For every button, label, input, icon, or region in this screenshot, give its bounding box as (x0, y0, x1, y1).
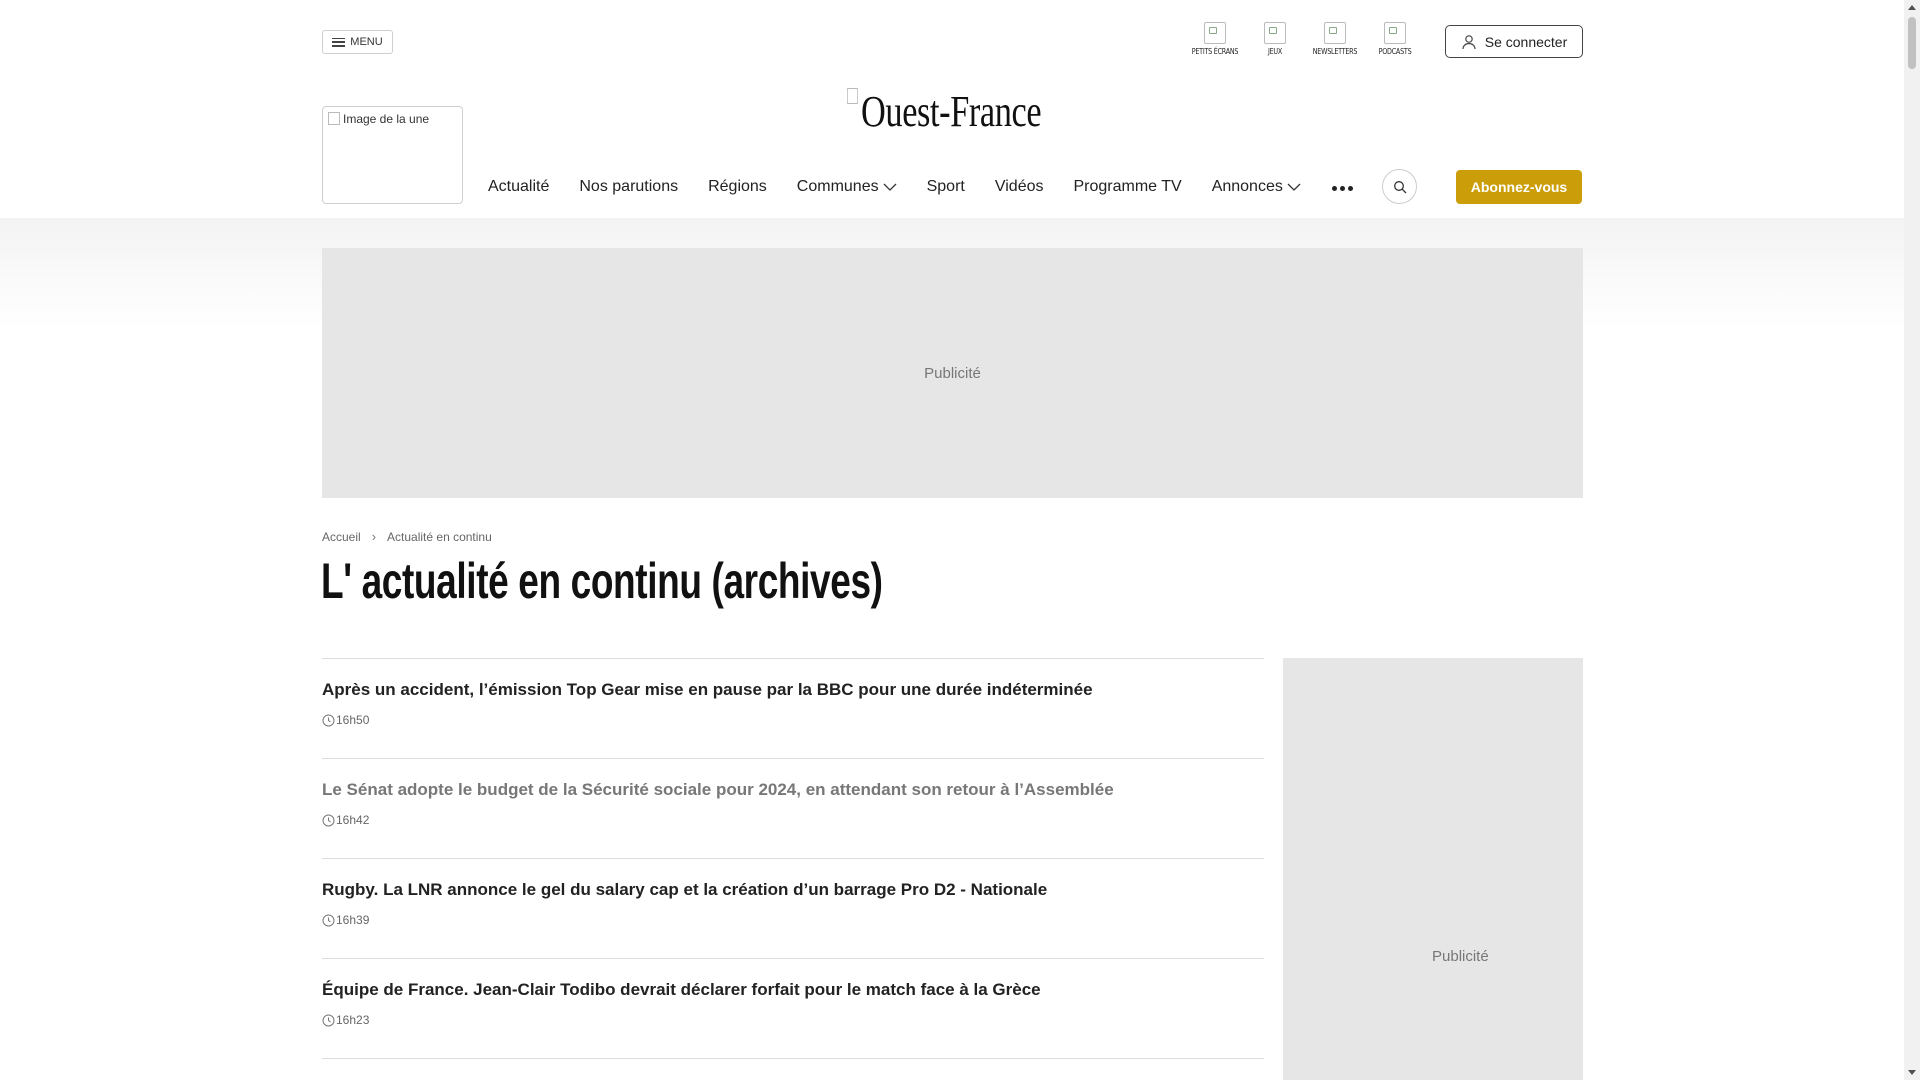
scroll-thumb[interactable] (1908, 17, 1916, 69)
quick-link-podcasts[interactable]: PODCASTS (1365, 22, 1425, 56)
nav-label: Nos parutions (579, 178, 679, 195)
breadcrumb: Accueil › Actualité en continu (322, 529, 492, 544)
quick-link-label: NEWSLETTERS (1312, 47, 1358, 56)
article-item[interactable]: Rugby. La LNR annonce le gel du salary c… (322, 858, 1264, 958)
clock-icon (322, 914, 335, 926)
article-time: 16h50 (322, 713, 1264, 727)
front-page-image-alt: Image de la une (343, 112, 430, 126)
page: MENU PETITS ÉCRANS JEUX NEWSLETTERS PODC… (0, 0, 1904, 1080)
chevron-down-icon (1287, 183, 1301, 191)
nav-nos-parutions[interactable]: Nos parutions (579, 178, 678, 196)
article-time: 16h42 (322, 813, 1264, 827)
nav-label: Vidéos (994, 178, 1044, 195)
site-logo[interactable]: Ouest-France (847, 86, 1042, 137)
user-icon (1462, 34, 1476, 49)
search-button[interactable] (1382, 169, 1417, 204)
article-time: 16h23 (322, 1013, 1264, 1027)
article-item[interactable]: Le Sénat adopte le budget de la Sécurité… (322, 758, 1264, 858)
quick-link-jeux[interactable]: JEUX (1245, 22, 1305, 56)
nav-label: Actualité (488, 178, 550, 195)
nav-programme-tv[interactable]: Programme TV (1074, 178, 1182, 196)
broken-image-icon (328, 112, 340, 125)
nav-label: Annonces (1211, 178, 1283, 195)
article-item[interactable]: Équipe de France. Jean-Clair Todibo devr… (322, 958, 1264, 1058)
search-icon (1393, 180, 1406, 193)
front-page-image[interactable]: Image de la une (322, 106, 463, 204)
article-time-label: 16h23 (336, 1013, 370, 1027)
logo-text: Ouest-France (861, 87, 1042, 136)
login-label: Se connecter (1484, 33, 1568, 50)
quick-link-petits-ecrans[interactable]: PETITS ÉCRANS (1185, 22, 1245, 56)
quick-link-label: PETITS ÉCRANS (1191, 47, 1239, 56)
newsletter-icon (1324, 22, 1346, 44)
page-scrollbar[interactable] (1904, 0, 1920, 1080)
article-time-label: 16h42 (336, 813, 370, 827)
tv-icon (1204, 22, 1226, 44)
games-icon (1264, 22, 1286, 44)
nav-annonces[interactable]: Annonces (1212, 178, 1301, 196)
breadcrumb-home[interactable]: Accueil (322, 530, 361, 544)
quick-link-newsletters[interactable]: NEWSLETTERS (1305, 22, 1365, 56)
nav-regions[interactable]: Régions (708, 178, 767, 196)
quick-link-label: JEUX (1267, 47, 1283, 56)
nav-label: Sport (926, 178, 965, 195)
article-time: 16h39 (322, 913, 1264, 927)
nav-videos[interactable]: Vidéos (995, 178, 1044, 196)
more-icon[interactable] (1332, 178, 1353, 191)
ad-banner-top: Publicité (322, 248, 1583, 498)
nav-communes[interactable]: Communes (797, 178, 897, 196)
article-title[interactable]: Équipe de France. Jean-Clair Todibo devr… (322, 980, 1264, 1000)
nav-label: Communes (796, 178, 879, 195)
nav-label: Programme TV (1073, 178, 1182, 195)
breadcrumb-current: Actualité en continu (387, 529, 492, 544)
scroll-up-icon[interactable] (1908, 5, 1916, 10)
clock-icon (322, 1014, 335, 1026)
page-title: L' actualité en continu (archives) (321, 553, 883, 609)
podcast-icon (1384, 22, 1406, 44)
article-title[interactable]: Le Sénat adopte le budget de la Sécurité… (322, 780, 1264, 800)
nav-sport[interactable]: Sport (927, 178, 965, 196)
article-title[interactable]: Après un accident, l’émission Top Gear m… (322, 680, 1264, 700)
scroll-down-icon[interactable] (1908, 1070, 1916, 1075)
quick-link-label: PODCASTS (1378, 47, 1412, 56)
article-item[interactable]: Après un accident, l’émission Top Gear m… (322, 658, 1264, 758)
article-time-label: 16h39 (336, 913, 370, 927)
article-title[interactable]: Rugby. La LNR annonce le gel du salary c… (322, 880, 1264, 900)
chevron-right-icon: › (371, 529, 377, 544)
clock-icon (322, 714, 335, 726)
site-header: MENU PETITS ÉCRANS JEUX NEWSLETTERS PODC… (0, 0, 1904, 218)
clock-icon (322, 814, 335, 826)
main-nav: Actualité Nos parutions Régions Communes… (488, 174, 1331, 200)
chevron-down-icon (883, 183, 897, 191)
nav-actualite[interactable]: Actualité (488, 178, 549, 196)
ad-sidebar: Publicité (1283, 658, 1583, 1080)
menu-button[interactable]: MENU (322, 30, 393, 54)
menu-label: MENU (350, 36, 383, 48)
login-button[interactable]: Se connecter (1445, 25, 1583, 58)
subscribe-button[interactable]: Abonnez-vous (1456, 170, 1582, 204)
article-time-label: 16h50 (336, 713, 370, 727)
article-list: Après un accident, l’émission Top Gear m… (322, 658, 1264, 1059)
ad-label: Publicité (924, 364, 981, 382)
divider (322, 1058, 1264, 1059)
broken-image-icon (847, 88, 858, 104)
hamburger-icon (332, 37, 346, 47)
nav-label: Régions (708, 178, 767, 195)
ad-label: Publicité (1432, 948, 1489, 965)
